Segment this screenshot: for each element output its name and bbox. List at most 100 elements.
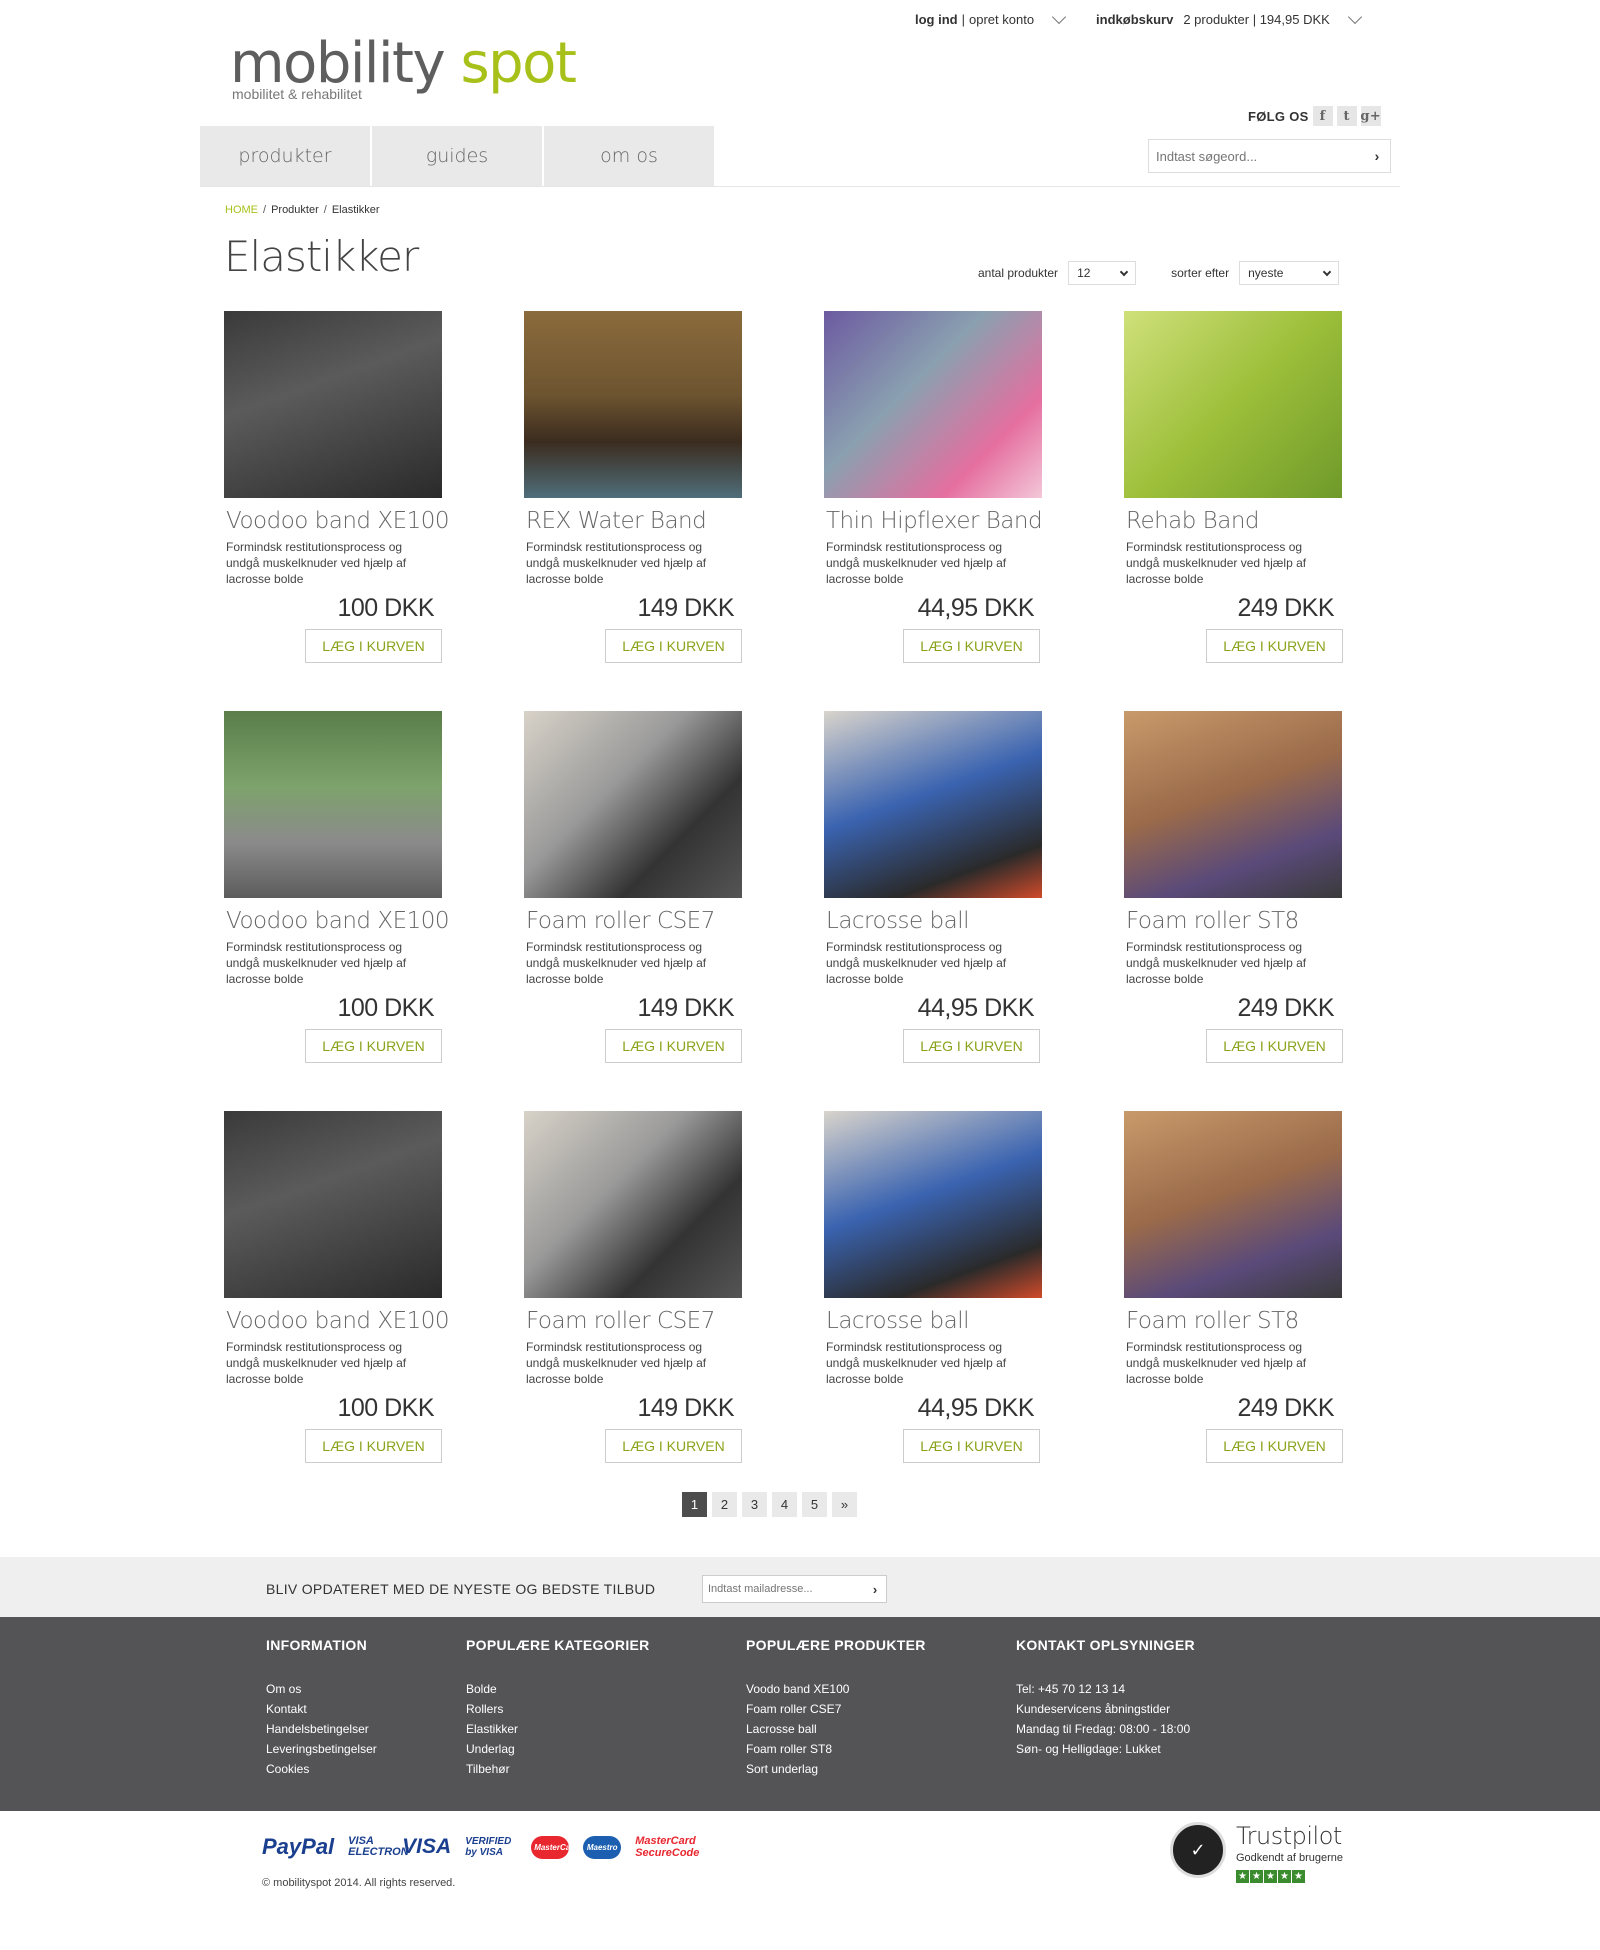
cart-chevron-down-icon[interactable] xyxy=(1347,9,1362,24)
product-image[interactable] xyxy=(224,711,442,898)
footer-link[interactable]: Cookies xyxy=(266,1759,377,1779)
product-name[interactable]: REX Water Band xyxy=(524,508,764,534)
footer-link[interactable]: Lacrosse ball xyxy=(746,1719,926,1739)
footer-link[interactable]: Underlag xyxy=(466,1739,650,1759)
product-name[interactable]: Foam roller CSE7 xyxy=(524,908,764,934)
facebook-icon[interactable]: f xyxy=(1312,106,1333,126)
product-image[interactable] xyxy=(1124,311,1342,498)
product-image[interactable] xyxy=(824,311,1042,498)
cart-label[interactable]: indkøbskurv xyxy=(1096,12,1173,27)
cart-summary[interactable]: 2 produkter | 194,95 DKK xyxy=(1183,12,1329,27)
product-image[interactable] xyxy=(524,311,742,498)
count-select[interactable]: 12 xyxy=(1068,261,1137,285)
product-name[interactable]: Voodoo band XE100 xyxy=(224,508,464,534)
product-card[interactable]: Voodoo band XE100 Formindsk restitutionsp… xyxy=(224,711,464,1063)
newsletter-submit-icon[interactable]: › xyxy=(864,1582,886,1597)
add-to-cart-button[interactable]: LÆG I KURVEN xyxy=(305,629,442,663)
product-card[interactable]: REX Water Band Formindsk restitutionsproc… xyxy=(524,311,764,663)
page-2[interactable]: 2 xyxy=(712,1492,737,1517)
product-price: 149 DKK xyxy=(637,1394,734,1422)
product-name[interactable]: Foam roller ST8 xyxy=(1124,1308,1364,1334)
page-1[interactable]: 1 xyxy=(682,1492,707,1517)
create-account-link[interactable]: opret konto xyxy=(969,12,1034,27)
footer-link[interactable]: Sort underlag xyxy=(746,1759,926,1779)
product-image[interactable] xyxy=(524,1111,742,1298)
nav-item-guides[interactable]: guides xyxy=(372,126,544,186)
search-input[interactable] xyxy=(1149,140,1364,172)
product-card[interactable]: Voodoo band XE100 Formindsk restitutionsp… xyxy=(224,1111,464,1463)
add-to-cart-button[interactable]: LÆG I KURVEN xyxy=(605,1429,742,1463)
nav-item-produkter[interactable]: produkter xyxy=(200,126,372,186)
product-name[interactable]: Lacrosse ball xyxy=(824,1308,1064,1334)
product-card[interactable]: Foam roller ST8 Formindsk restitutionspro… xyxy=(1124,1111,1364,1463)
trustpilot-badge[interactable]: ✓ Trustpilot Godkendt af brugerne ★ ★ ★ … xyxy=(1170,1822,1343,1883)
product-image[interactable] xyxy=(224,1111,442,1298)
footer-link[interactable]: Tilbehør xyxy=(466,1759,650,1779)
add-to-cart-button[interactable]: LÆG I KURVEN xyxy=(1206,629,1343,663)
add-to-cart-button[interactable]: LÆG I KURVEN xyxy=(305,1029,442,1063)
add-to-cart-button[interactable]: LÆG I KURVEN xyxy=(1206,1029,1343,1063)
product-image[interactable] xyxy=(1124,711,1342,898)
product-image[interactable] xyxy=(824,1111,1042,1298)
page-next[interactable]: » xyxy=(832,1492,857,1517)
login-link[interactable]: log ind xyxy=(915,12,958,27)
add-to-cart-button[interactable]: LÆG I KURVEN xyxy=(1206,1429,1343,1463)
footer-link[interactable]: Kontakt xyxy=(266,1699,377,1719)
googleplus-icon[interactable]: g+ xyxy=(1360,106,1381,126)
product-image[interactable] xyxy=(524,711,742,898)
product-card[interactable]: Foam roller CSE7 Formindsk restitutionspr… xyxy=(524,1111,764,1463)
add-to-cart-button[interactable]: LÆG I KURVEN xyxy=(903,1429,1040,1463)
product-name[interactable]: Voodoo band XE100 xyxy=(224,1308,464,1334)
breadcrumb-produkter[interactable]: Produkter xyxy=(271,204,319,216)
product-name[interactable]: Rehab Band xyxy=(1124,508,1364,534)
newsletter-email-input[interactable] xyxy=(703,1576,864,1602)
product-name[interactable]: Lacrosse ball xyxy=(824,908,1064,934)
footer-link[interactable]: Elastikker xyxy=(466,1719,650,1739)
footer-link[interactable]: Voodo band XE100 xyxy=(746,1679,926,1699)
product-card[interactable]: Foam roller CSE7 Formindsk restitutionspr… xyxy=(524,711,764,1063)
sort-select[interactable]: nyeste xyxy=(1239,261,1340,285)
product-image[interactable] xyxy=(224,311,442,498)
page-5[interactable]: 5 xyxy=(802,1492,827,1517)
product-card[interactable]: Lacrosse ball Formindsk restitutionsproce… xyxy=(824,711,1064,1063)
footer-link[interactable]: Rollers xyxy=(466,1699,650,1719)
product-price: 249 DKK xyxy=(1237,1394,1334,1422)
product-image[interactable] xyxy=(824,711,1042,898)
product-description: Formindsk restitutionsprocess og undgå m… xyxy=(226,1340,407,1386)
footer-link[interactable]: Leveringsbetingelser xyxy=(266,1739,377,1759)
product-description: Formindsk restitutionsprocess og undgå m… xyxy=(826,940,1007,986)
product-card[interactable]: Rehab Band Formindsk restitutionsprocess … xyxy=(1124,311,1364,663)
add-to-cart-button[interactable]: LÆG I KURVEN xyxy=(903,629,1040,663)
nav-item-om-os[interactable]: om os xyxy=(544,126,716,186)
footer-contact-line: Søn- og Helligdage: Lukket xyxy=(1016,1742,1161,1756)
page-4[interactable]: 4 xyxy=(772,1492,797,1517)
product-card[interactable]: Thin Hipflexer Band Formindsk restitution… xyxy=(824,311,1064,663)
product-name[interactable]: Voodoo band XE100 xyxy=(224,908,464,934)
footer-link[interactable]: Handelsbetingelser xyxy=(266,1719,377,1739)
footer-link[interactable]: Foam roller CSE7 xyxy=(746,1699,926,1719)
account-chevron-down-icon[interactable] xyxy=(1051,9,1067,24)
add-to-cart-button[interactable]: LÆG I KURVEN xyxy=(305,1429,442,1463)
twitter-icon[interactable]: t xyxy=(1336,106,1357,126)
product-name[interactable]: Thin Hipflexer Band xyxy=(824,508,1064,534)
footer-link[interactable]: Bolde xyxy=(466,1679,650,1699)
product-name[interactable]: Foam roller ST8 xyxy=(1124,908,1364,934)
add-to-cart-button[interactable]: LÆG I KURVEN xyxy=(605,629,742,663)
footer-link[interactable]: Om os xyxy=(266,1679,377,1699)
site-logo[interactable]: mobility spot mobilitet & rehabilitet xyxy=(230,34,577,103)
search-arrow-icon[interactable]: › xyxy=(1364,148,1390,164)
product-card[interactable]: Lacrosse ball Formindsk restitutionsproce… xyxy=(824,1111,1064,1463)
product-card[interactable]: Foam roller ST8 Formindsk restitutionspro… xyxy=(1124,711,1364,1063)
footer-link[interactable]: Foam roller ST8 xyxy=(746,1739,926,1759)
add-to-cart-button[interactable]: LÆG I KURVEN xyxy=(605,1029,742,1063)
product-card[interactable]: Voodoo band XE100 Formindsk restitutionsp… xyxy=(224,311,464,663)
star-icon: ★ xyxy=(1236,1870,1249,1883)
add-to-cart-button[interactable]: LÆG I KURVEN xyxy=(903,1029,1040,1063)
product-image[interactable] xyxy=(1124,1111,1342,1298)
product-description: Formindsk restitutionsprocess og undgå m… xyxy=(1126,540,1307,586)
breadcrumb-home[interactable]: HOME xyxy=(225,204,258,216)
product-name[interactable]: Foam roller CSE7 xyxy=(524,1308,764,1334)
product-price: 44,95 DKK xyxy=(917,1394,1035,1422)
page-3[interactable]: 3 xyxy=(742,1492,767,1517)
newsletter-box: › xyxy=(702,1575,887,1603)
